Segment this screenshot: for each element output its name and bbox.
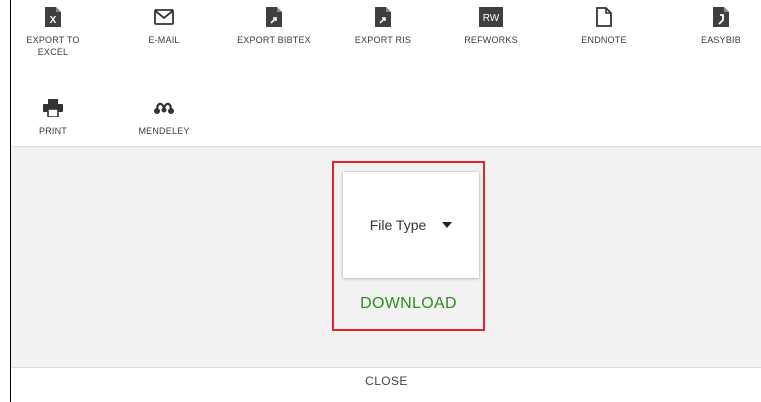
export-to-excel-label-line1: EXPORT TO [26, 35, 80, 45]
export-toolbar: X EXPORT TO EXCEL E-MAIL EXPORT BIBTEX E… [11, 0, 761, 146]
export-bibtex-button[interactable]: EXPORT BIBTEX [234, 6, 314, 46]
endnote-label: ENDNOTE [581, 35, 627, 45]
easybib-button[interactable]: EASYBIB [681, 6, 761, 46]
file-type-dropdown[interactable]: File Type [343, 172, 479, 278]
svg-text:X: X [50, 15, 57, 26]
file-type-label: File Type [369, 217, 427, 233]
email-label: E-MAIL [148, 35, 180, 45]
easybib-icon [710, 6, 732, 28]
caret-down-icon [442, 222, 453, 228]
printer-icon [42, 97, 64, 119]
print-label: PRINT [39, 126, 67, 136]
export-ris-label: EXPORT RIS [354, 35, 412, 45]
svg-text:RW: RW [483, 13, 500, 24]
mendeley-icon [153, 97, 175, 119]
export-to-excel-label-line2: EXCEL [37, 47, 69, 57]
file-export-icon [263, 6, 285, 28]
document-outline-icon [593, 6, 615, 28]
file-export-icon [372, 6, 394, 28]
easybib-label: EASYBIB [701, 35, 741, 45]
endnote-button[interactable]: ENDNOTE [564, 6, 644, 46]
refworks-icon: RW [479, 6, 503, 28]
close-button[interactable]: CLOSE [11, 374, 761, 388]
envelope-icon [153, 6, 175, 28]
refworks-label: REFWORKS [464, 35, 518, 45]
email-button[interactable]: E-MAIL [124, 6, 204, 46]
refworks-button[interactable]: RW REFWORKS [451, 6, 531, 46]
export-to-excel-button[interactable]: X EXPORT TO EXCEL [13, 6, 93, 58]
mendeley-button[interactable]: MENDELEY [124, 97, 204, 137]
export-ris-button[interactable]: EXPORT RIS [343, 6, 423, 46]
download-button[interactable]: DOWNLOAD [332, 295, 485, 313]
export-dialog: X EXPORT TO EXCEL E-MAIL EXPORT BIBTEX E… [10, 0, 761, 402]
excel-file-icon: X [42, 6, 64, 28]
mendeley-label: MENDELEY [138, 126, 190, 136]
export-bibtex-label: EXPORT BIBTEX [237, 35, 311, 45]
print-button[interactable]: PRINT [13, 97, 93, 137]
download-panel: File Type DOWNLOAD [11, 146, 761, 368]
